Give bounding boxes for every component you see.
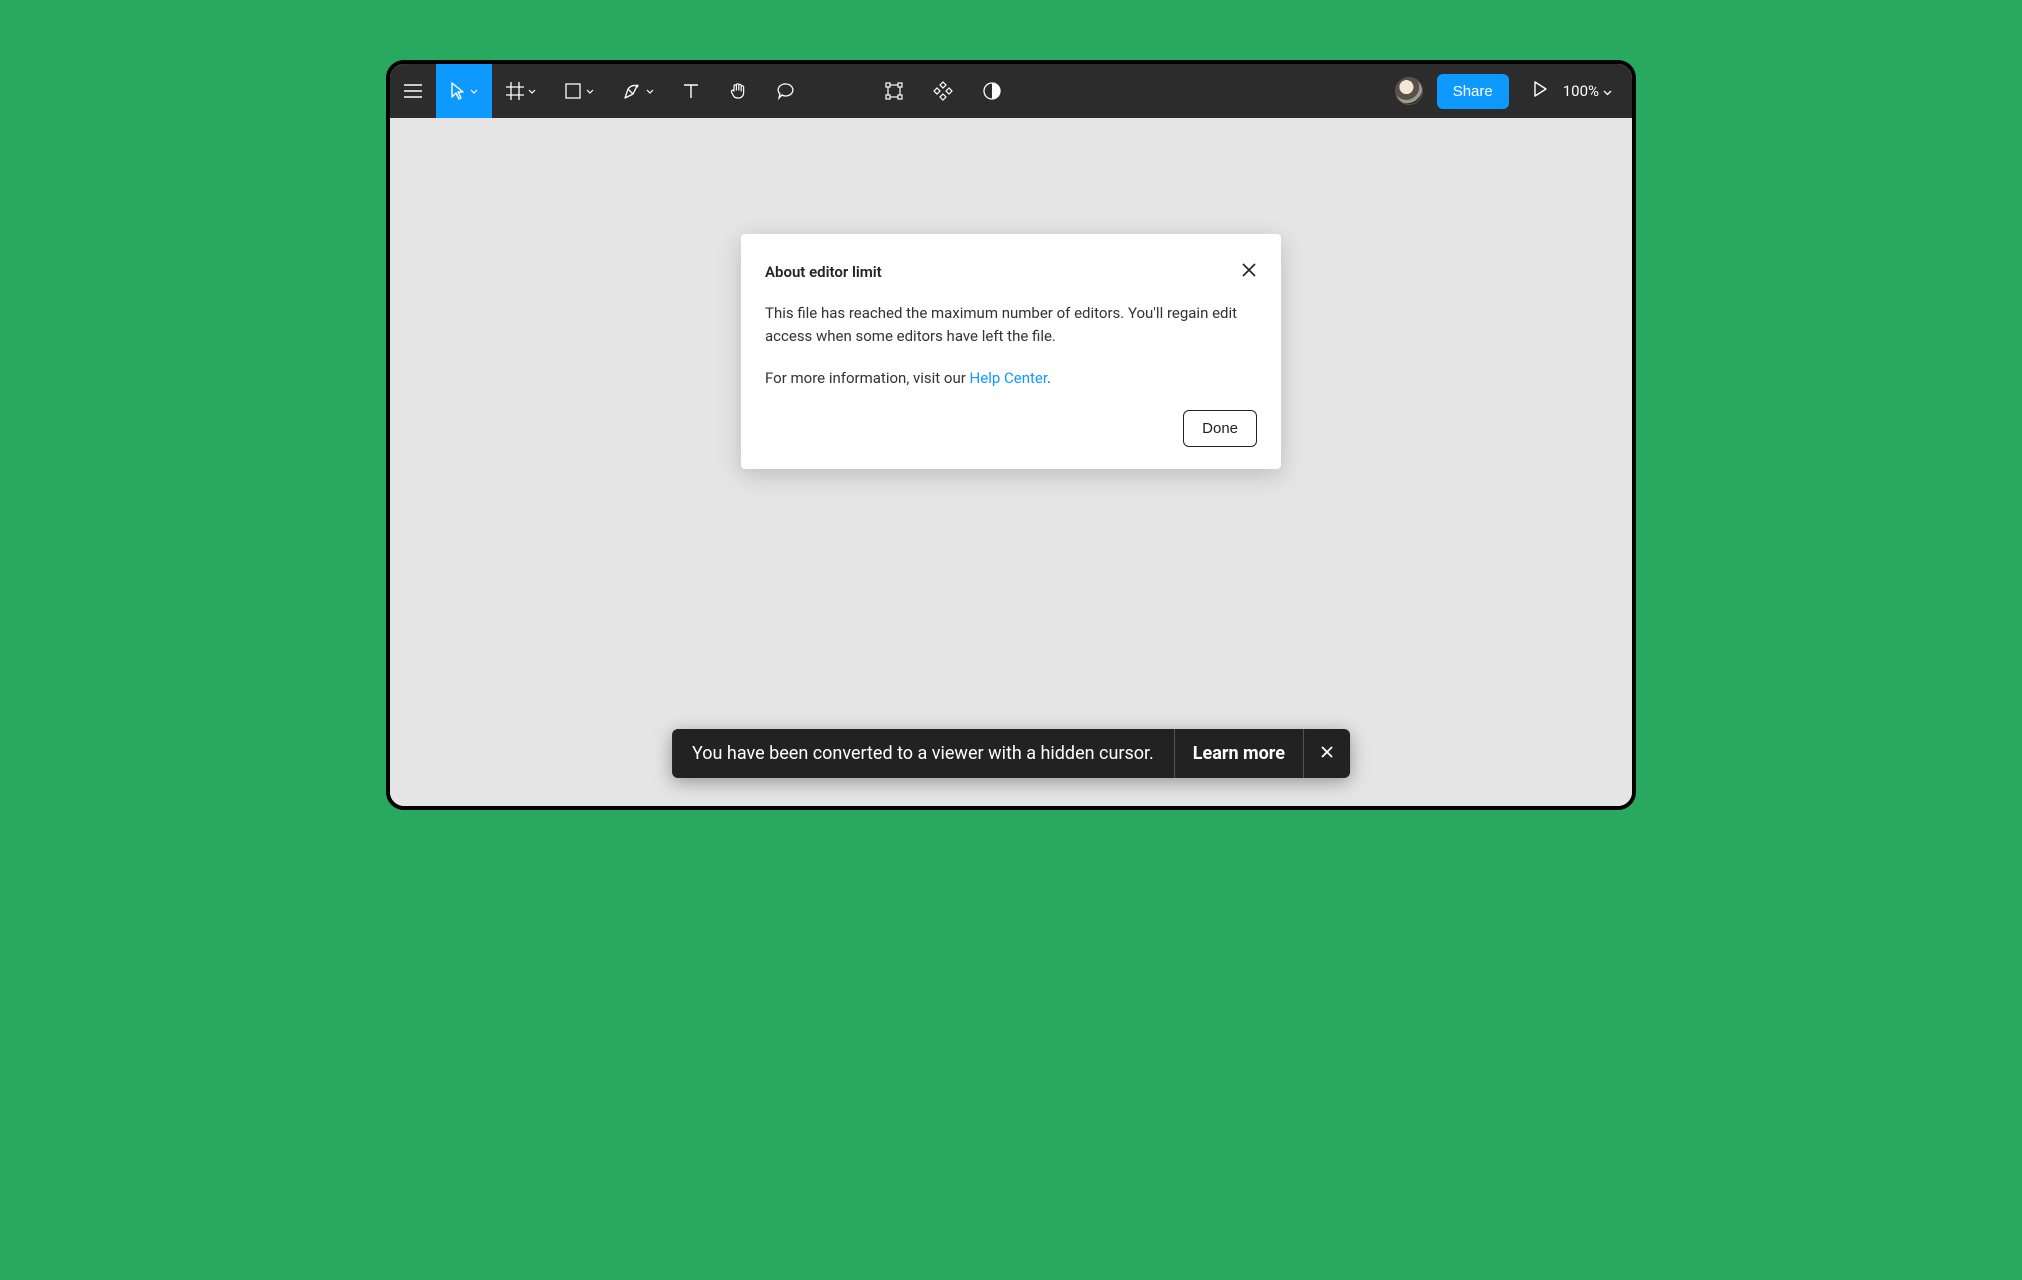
pen-icon	[622, 81, 642, 101]
text-tool-button[interactable]	[668, 64, 714, 118]
frame-tool-button[interactable]	[492, 64, 550, 118]
pen-tool-button[interactable]	[608, 64, 668, 118]
modal-more-info: For more information, visit our Help Cen…	[765, 367, 1257, 390]
modal-close-button[interactable]	[1241, 262, 1257, 282]
play-icon	[1533, 81, 1547, 101]
toast-message: You have been converted to a viewer with…	[672, 729, 1174, 778]
zoom-label: 100%	[1563, 82, 1599, 100]
toast: You have been converted to a viewer with…	[672, 729, 1350, 778]
canvas[interactable]: About editor limit This file has reached…	[390, 118, 1632, 806]
comment-tool-button[interactable]	[762, 64, 810, 118]
toolbar: Share 100%	[390, 64, 1632, 118]
shape-tool-button[interactable]	[550, 64, 608, 118]
move-tool-button[interactable]	[436, 64, 492, 118]
menu-button[interactable]	[390, 64, 436, 118]
edit-object-tool-button[interactable]	[870, 64, 918, 118]
rectangle-icon	[564, 82, 582, 100]
modal-more-info-prefix: For more information, visit our	[765, 369, 970, 387]
zoom-dropdown[interactable]: 100%	[1559, 82, 1624, 100]
cursor-icon	[450, 82, 466, 100]
avatar[interactable]	[1395, 77, 1423, 105]
hand-icon	[728, 81, 748, 101]
chevron-down-icon	[528, 89, 536, 94]
comment-icon	[776, 81, 796, 101]
toast-close-button[interactable]	[1304, 729, 1350, 778]
chevron-down-icon	[470, 89, 478, 94]
component-icon	[932, 80, 954, 102]
app-window: Share 100% About editor limit	[386, 60, 1636, 810]
close-icon	[1320, 743, 1334, 764]
modal-more-info-suffix: .	[1047, 369, 1051, 387]
share-button[interactable]: Share	[1437, 74, 1509, 109]
hand-tool-button[interactable]	[714, 64, 762, 118]
hamburger-icon	[404, 84, 422, 98]
edit-object-icon	[884, 81, 904, 101]
editor-limit-modal: About editor limit This file has reached…	[741, 234, 1281, 469]
chevron-down-icon	[1603, 82, 1612, 100]
modal-title: About editor limit	[765, 263, 882, 281]
toast-learn-more-link[interactable]: Learn more	[1175, 729, 1303, 778]
mask-tool-button[interactable]	[968, 64, 1016, 118]
frame-icon	[506, 82, 524, 100]
half-circle-icon	[982, 81, 1002, 101]
component-tool-button[interactable]	[918, 64, 968, 118]
modal-body-text: This file has reached the maximum number…	[765, 302, 1257, 347]
close-icon	[1241, 263, 1257, 282]
chevron-down-icon	[586, 89, 594, 94]
text-icon	[682, 82, 700, 100]
help-center-link[interactable]: Help Center	[970, 369, 1048, 387]
done-button[interactable]: Done	[1183, 410, 1257, 447]
modal-body: This file has reached the maximum number…	[765, 302, 1257, 390]
chevron-down-icon	[646, 89, 654, 94]
present-button[interactable]	[1521, 81, 1559, 101]
